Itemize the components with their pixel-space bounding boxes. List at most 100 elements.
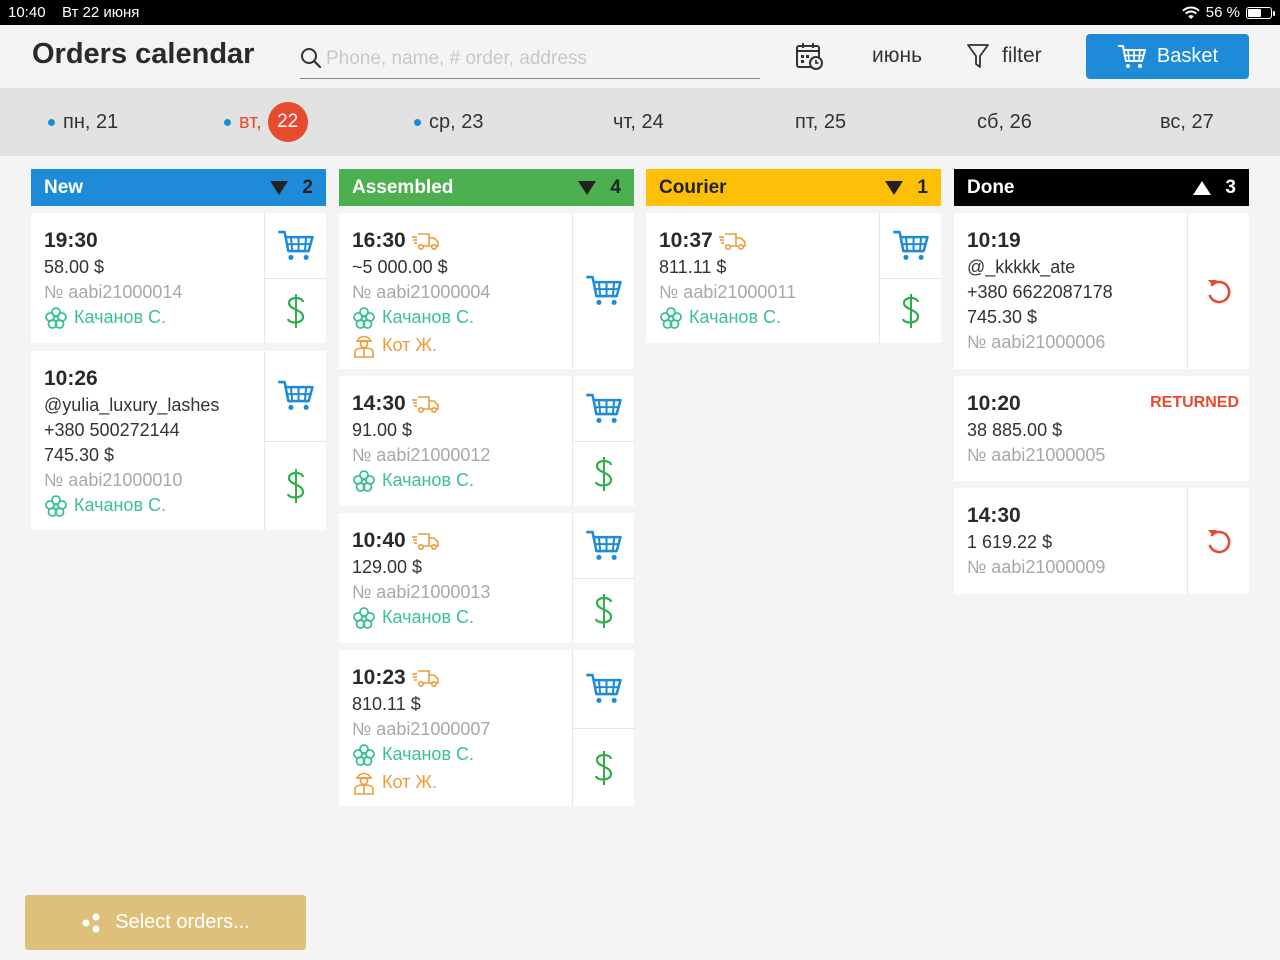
dollar-icon bbox=[594, 457, 613, 491]
sort-down-icon bbox=[270, 180, 289, 195]
column-title: Done bbox=[967, 176, 1015, 198]
column-count: 4 bbox=[610, 176, 621, 198]
order-card[interactable]: 16:30 ~5 000.00 $ № aabi21000004 Качанов… bbox=[339, 213, 634, 369]
return-button[interactable] bbox=[1188, 213, 1250, 369]
flower-icon bbox=[353, 469, 375, 492]
delivery-truck-icon bbox=[411, 533, 439, 551]
flower-icon bbox=[353, 606, 375, 629]
day-label: чт, 24 bbox=[613, 110, 664, 133]
cart-button[interactable] bbox=[265, 351, 327, 441]
order-card[interactable]: 14:30 91.00 $ № aabi21000012 Качанов С. bbox=[339, 376, 635, 506]
column-count: 2 bbox=[302, 176, 313, 198]
order-card[interactable]: 10:20 38 885.00 $ № aabi21000005 RETURNE… bbox=[954, 376, 1249, 481]
order-phone: +380 500272144 bbox=[44, 420, 180, 440]
order-card[interactable]: 10:26 @yulia_luxury_lashes +380 50027214… bbox=[31, 351, 327, 530]
order-amount: 745.30 $ bbox=[967, 307, 1038, 327]
order-courier: Кот Ж. bbox=[352, 767, 571, 797]
day-label: пн, 21 bbox=[63, 110, 119, 133]
calendar-button[interactable] bbox=[794, 41, 824, 71]
order-card[interactable]: 10:37 811.11 $ № aabi21000011 Качанов С. bbox=[646, 213, 942, 343]
pay-button[interactable] bbox=[265, 441, 327, 530]
column-header-courier[interactable]: Courier 1 bbox=[646, 169, 941, 206]
day-wed[interactable]: ср, 23 bbox=[414, 88, 483, 156]
order-customer: @yulia_luxury_lashes bbox=[44, 395, 220, 415]
sort-control[interactable]: 3 bbox=[1193, 177, 1236, 199]
order-card[interactable]: 10:19 @_kkkkk_ate +380 6622087178 745.30… bbox=[954, 213, 1249, 369]
filter-button[interactable]: filter bbox=[966, 40, 1042, 72]
order-courier: Кот Ж. bbox=[352, 330, 571, 360]
sort-control[interactable]: 2 bbox=[270, 177, 313, 199]
sort-control[interactable]: 4 bbox=[578, 177, 621, 199]
cart-icon bbox=[278, 380, 314, 410]
order-manager: Качанов С. bbox=[659, 305, 878, 330]
order-amount: 58.00 $ bbox=[44, 257, 105, 277]
cart-icon bbox=[586, 530, 622, 560]
column-title: Assembled bbox=[352, 176, 454, 198]
pay-button[interactable] bbox=[573, 728, 635, 806]
month-selector[interactable]: июнь bbox=[872, 44, 922, 68]
wifi-icon bbox=[1182, 6, 1200, 19]
order-actions bbox=[264, 351, 327, 530]
returned-badge: RETURNED bbox=[1150, 394, 1239, 411]
column-title: New bbox=[44, 176, 84, 198]
order-card[interactable]: 14:30 1 619.22 $ № aabi21000009 bbox=[954, 488, 1249, 594]
return-button[interactable] bbox=[1188, 488, 1250, 594]
cart-button[interactable] bbox=[573, 213, 635, 369]
battery-fill bbox=[1248, 8, 1262, 17]
column-done: Done 3 10:19 @_kkkkk_ate +380 6622087178… bbox=[954, 169, 1249, 594]
header: Orders calendar июнь filter Basket bbox=[0, 25, 1280, 88]
order-time: 10:40 bbox=[352, 527, 571, 555]
order-amount: 745.30 $ bbox=[44, 445, 115, 465]
pay-button[interactable] bbox=[573, 578, 635, 643]
cart-button[interactable] bbox=[573, 650, 635, 728]
column-count: 3 bbox=[1225, 176, 1236, 198]
column-header-assembled[interactable]: Assembled 4 bbox=[339, 169, 634, 206]
day-sat[interactable]: сб, 26 bbox=[977, 88, 1032, 156]
order-amount: ~5 000.00 $ bbox=[352, 257, 448, 277]
column-header-done[interactable]: Done 3 bbox=[954, 169, 1249, 206]
day-tue[interactable]: вт, 22 bbox=[224, 88, 308, 156]
status-bar: 10:40 Вт 22 июня 56 % bbox=[0, 0, 1280, 25]
search-box[interactable] bbox=[300, 41, 760, 79]
order-card[interactable]: 19:30 58.00 $ № aabi21000014 Качанов С. bbox=[31, 213, 327, 343]
order-time: 10:26 bbox=[44, 367, 98, 390]
cart-button[interactable] bbox=[573, 513, 635, 578]
day-label: ср, 23 bbox=[429, 110, 484, 133]
day-label: вс, 27 bbox=[1160, 110, 1214, 133]
flower-icon bbox=[660, 306, 682, 329]
day-sun[interactable]: вс, 27 bbox=[1160, 88, 1214, 156]
sort-control[interactable]: 1 bbox=[885, 177, 928, 199]
day-fri[interactable]: пт, 25 bbox=[795, 88, 846, 156]
column-title: Courier bbox=[659, 176, 727, 198]
day-dot bbox=[414, 118, 421, 126]
order-card[interactable]: 10:23 810.11 $ № aabi21000007 Качанов С.… bbox=[339, 650, 635, 806]
day-dot bbox=[48, 118, 55, 126]
order-amount: 810.11 $ bbox=[352, 694, 421, 714]
order-number: № aabi21000013 bbox=[352, 582, 491, 602]
pay-button[interactable] bbox=[265, 278, 327, 343]
order-actions bbox=[1187, 488, 1249, 594]
order-time: 19:30 bbox=[44, 229, 98, 252]
search-input[interactable] bbox=[326, 45, 746, 73]
cart-button[interactable] bbox=[880, 213, 942, 278]
day-thu[interactable]: чт, 24 bbox=[613, 88, 664, 156]
dollar-icon bbox=[901, 294, 920, 328]
cart-button[interactable] bbox=[573, 376, 635, 441]
order-card-body: 19:30 58.00 $ № aabi21000014 Качанов С. bbox=[31, 213, 263, 330]
cart-button[interactable] bbox=[265, 213, 327, 278]
flower-icon bbox=[45, 306, 67, 329]
day-mon[interactable]: пн, 21 bbox=[48, 88, 118, 156]
basket-label: Basket bbox=[1156, 45, 1219, 67]
order-manager: Качанов С. bbox=[44, 493, 263, 518]
cart-icon bbox=[586, 275, 622, 305]
pay-button[interactable] bbox=[880, 278, 942, 343]
basket-button[interactable]: Basket bbox=[1086, 34, 1249, 79]
select-orders-button[interactable]: Select orders... bbox=[25, 895, 306, 950]
column-header-new[interactable]: New 2 bbox=[31, 169, 326, 206]
order-time: 16:30 bbox=[352, 227, 571, 255]
order-number: № aabi21000005 bbox=[967, 445, 1106, 465]
order-number: № aabi21000006 bbox=[967, 332, 1106, 352]
order-number: № aabi21000009 bbox=[967, 557, 1106, 577]
pay-button[interactable] bbox=[573, 441, 635, 506]
order-card[interactable]: 10:40 129.00 $ № aabi21000013 Качанов С. bbox=[339, 513, 635, 643]
